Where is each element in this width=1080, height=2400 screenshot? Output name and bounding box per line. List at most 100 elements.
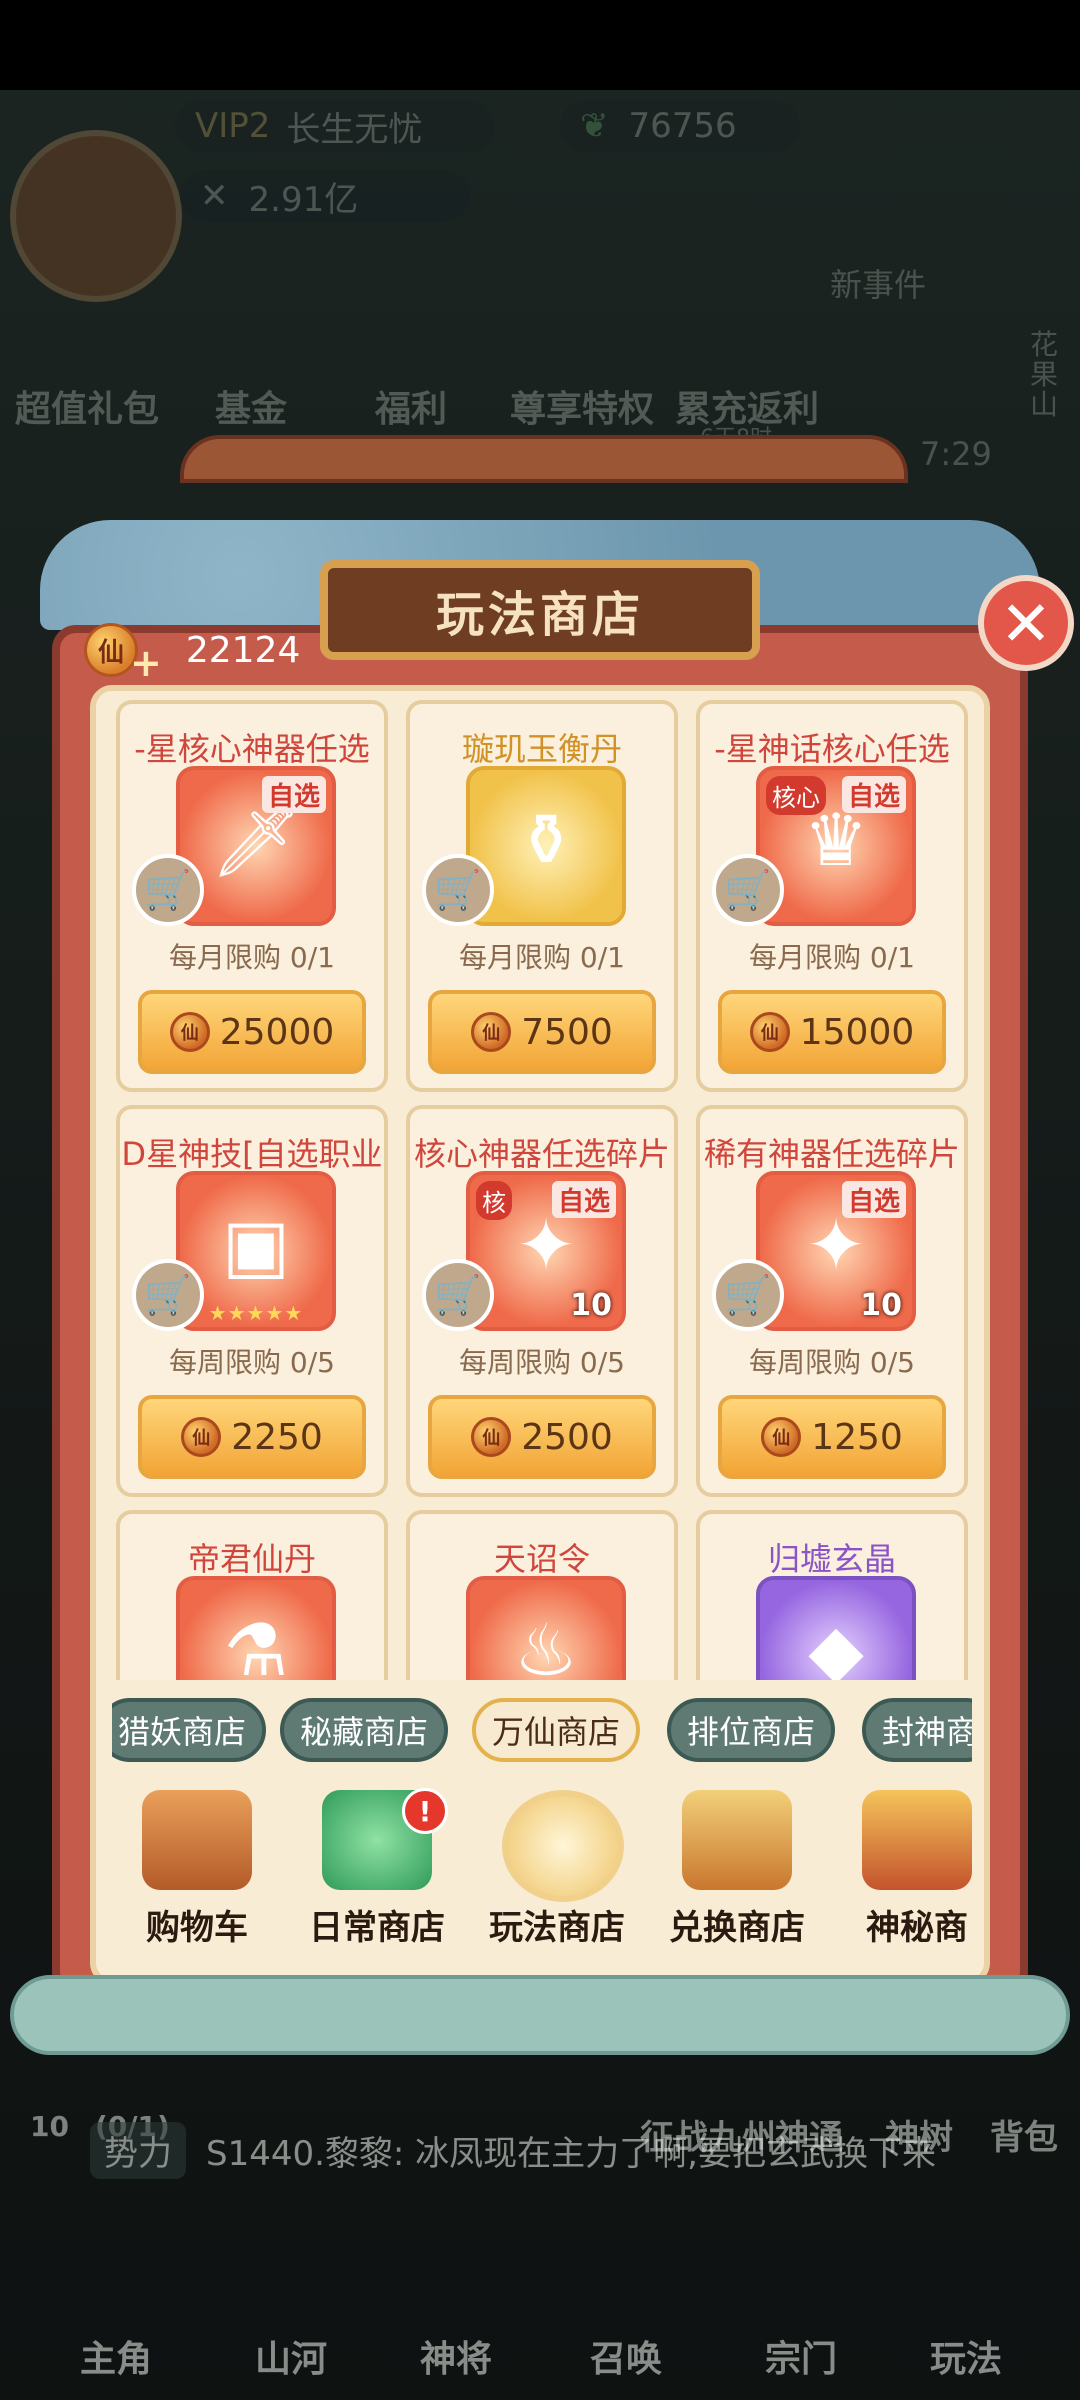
nav-realm[interactable]: 山河	[255, 2330, 327, 2382]
item-name: 天诏令	[493, 1540, 590, 1578]
cart-icon[interactable]: 🛒	[712, 854, 784, 926]
shop-exchange[interactable]: 兑换商店	[652, 1780, 822, 1960]
currency-value: 22124	[185, 629, 301, 671]
cart-icon[interactable]: 🛒	[132, 854, 204, 926]
buy-button[interactable]: 仙 25000	[138, 990, 366, 1074]
purchase-limit: 每月限购 0/1	[459, 941, 625, 974]
item-name: -星神话核心任选	[714, 730, 950, 768]
close-button[interactable]: ✕	[978, 575, 1074, 671]
tab-ranking-shop[interactable]: 排位商店	[667, 1698, 836, 1762]
cart-icon[interactable]: 🛒	[422, 854, 494, 926]
mystery-chest-icon: ▣	[221, 1203, 291, 1287]
core-tag: 核心	[766, 776, 826, 815]
immortal-coin-icon: 仙	[471, 1417, 512, 1457]
shop-item-card[interactable]: 璇玑玉衡丹 ⚱ 🛒 每月限购 0/1 仙 7500	[406, 700, 678, 1092]
shop-mystery[interactable]: 神秘商	[832, 1780, 972, 1960]
buy-button[interactable]: 仙 1250	[718, 1395, 946, 1479]
item-price: 7500	[521, 1011, 613, 1053]
shop-item-card[interactable]: 核心神器任选碎片 ✦ 核 自选 10 🛒 每周限购 0/5 仙 2500	[406, 1105, 678, 1497]
nav-gameplay[interactable]: 玩法	[930, 2330, 1002, 2382]
buy-button[interactable]: 仙 2250	[138, 1395, 366, 1479]
shop-item-card[interactable]: 天诏令 ♨	[406, 1510, 678, 1680]
tab-label: 秘藏商店	[300, 1713, 429, 1751]
immortal-coin-icon: 仙	[761, 1417, 802, 1457]
task-count: 10	[30, 2110, 69, 2143]
sub-shop-tabs: 猎妖商店 秘藏商店 万仙商店 排位商店 封神商	[112, 1690, 972, 1770]
shop-item-card[interactable]: -星核心神器任选 🗡 自选 🛒 每月限购 0/1 仙 25000	[116, 700, 388, 1092]
nav-sect[interactable]: 宗门	[765, 2330, 837, 2382]
item-price: 2500	[521, 1416, 613, 1458]
shop-daily[interactable]: ! 日常商店	[292, 1780, 462, 1960]
immortal-coin-icon: 仙	[169, 1012, 210, 1052]
shop-label: 购物车	[146, 1908, 248, 1948]
purchase-limit: 每月限购 0/1	[169, 941, 335, 974]
tab-monster-hunt-shop[interactable]: 猎妖商店	[112, 1698, 267, 1762]
item-name: D星神技[自选职业	[121, 1135, 383, 1173]
lamp-elixir-icon: ⚗	[223, 1608, 289, 1680]
cart-icon[interactable]: 🛒	[712, 1259, 784, 1331]
shop-title: 玩法商店	[320, 560, 760, 660]
chat-message: S1440.黎黎: 冰凤现在主力了啊,要把玄武换下来	[206, 2133, 936, 2174]
tab-myriad-immortals-shop[interactable]: 万仙商店	[472, 1698, 641, 1762]
item-name: 核心神器任选碎片	[413, 1135, 670, 1173]
cart-icon[interactable]: 🛒	[422, 1259, 494, 1331]
nav-generals[interactable]: 神将	[420, 2330, 492, 2382]
immortal-coin-icon: 仙	[181, 1417, 222, 1457]
pavilion-icon	[682, 1790, 792, 1890]
item-name: 帝君仙丹	[187, 1540, 316, 1578]
nav-summon[interactable]: 召唤	[590, 2330, 662, 2382]
tab-label: 封神商	[882, 1713, 972, 1751]
cart-basket-icon	[142, 1790, 252, 1890]
shop-item-card[interactable]: 稀有神器任选碎片 ✦ 自选 10 🛒 每周限购 0/5 仙 1250	[696, 1105, 968, 1497]
shop-gameplay[interactable]: 玩法商店	[472, 1780, 642, 1960]
item-price: 25000	[219, 1011, 335, 1053]
item-price: 2250	[231, 1416, 323, 1458]
purchase-limit: 每月限购 0/1	[749, 941, 915, 974]
edict-token-icon: ♨	[513, 1608, 579, 1680]
purchase-limit: 每周限购 0/5	[459, 1346, 625, 1379]
selectable-tag: 自选	[841, 1181, 906, 1218]
shop-item-card[interactable]: 归墟玄晶 ◆	[696, 1510, 968, 1680]
shop-label: 玩法商店	[489, 1908, 625, 1948]
item-name: 璇玑玉衡丹	[461, 730, 622, 768]
crystal-icon: ◆	[808, 1608, 864, 1680]
item-image: ♨	[466, 1576, 626, 1680]
item-quantity: 10	[860, 1288, 902, 1323]
buy-button[interactable]: 仙 2500	[428, 1395, 656, 1479]
shop-item-card[interactable]: -星神话核心任选 ♛ 核心 自选 🛒 每月限购 0/1 仙 15000	[696, 700, 968, 1092]
buy-button[interactable]: 仙 7500	[428, 990, 656, 1074]
panel-base-decoration	[10, 1975, 1070, 2055]
add-currency-icon[interactable]: +	[130, 641, 162, 685]
shop-item-card[interactable]: 帝君仙丹 ⚗	[116, 1510, 388, 1680]
chat-ticker[interactable]: 势力 S1440.黎黎: 冰凤现在主力了啊,要把玄武换下来	[90, 2120, 1080, 2180]
tab-label: 猎妖商店	[118, 1713, 247, 1751]
shop-item-card[interactable]: D星神技[自选职业 ▣ ★★★★★ 🛒 每周限购 0/5 仙 2250	[116, 1105, 388, 1497]
shop-cart[interactable]: 购物车	[112, 1780, 282, 1960]
shop-label: 日常商店	[309, 1908, 445, 1948]
nav-hero[interactable]: 主角	[80, 2330, 152, 2382]
item-grid[interactable]: -星核心神器任选 🗡 自选 🛒 每月限购 0/1 仙 25000 璇玑玉衡丹 ⚱…	[112, 700, 972, 1680]
selectable-tag: 自选	[261, 776, 326, 813]
immortal-coin-icon: 仙	[749, 1012, 790, 1052]
cart-icon[interactable]: 🛒	[132, 1259, 204, 1331]
buy-button[interactable]: 仙 15000	[718, 990, 946, 1074]
item-name: 归墟玄晶	[767, 1540, 896, 1578]
immortal-coin-icon: 仙	[471, 1012, 512, 1052]
purchase-limit: 每周限购 0/5	[749, 1346, 915, 1379]
item-image: ◆	[756, 1576, 916, 1680]
item-name: 稀有神器任选碎片	[703, 1135, 960, 1173]
star-rating: ★★★★★	[208, 1301, 304, 1325]
merchant-portrait-icon	[502, 1790, 624, 1902]
item-price: 15000	[799, 1011, 915, 1053]
tab-deification-shop[interactable]: 封神商	[862, 1698, 972, 1762]
currency-display: 仙 + 22124	[84, 615, 300, 685]
item-name: -星核心神器任选	[134, 730, 370, 768]
shop-label: 兑换商店	[669, 1908, 805, 1948]
shop-label: 神秘商	[866, 1908, 968, 1948]
shop-category-bar: 购物车 ! 日常商店 玩法商店 兑换商店 神秘商	[112, 1780, 972, 1960]
bottom-background: 10 (0/1) 征战九州 神通 神树 背包	[0, 2060, 1080, 2400]
tab-hidden-treasure-shop[interactable]: 秘藏商店	[280, 1698, 449, 1762]
purchase-limit: 每周限购 0/5	[169, 1346, 335, 1379]
item-quantity: 10	[570, 1288, 612, 1323]
item-image: ⚗	[176, 1576, 336, 1680]
